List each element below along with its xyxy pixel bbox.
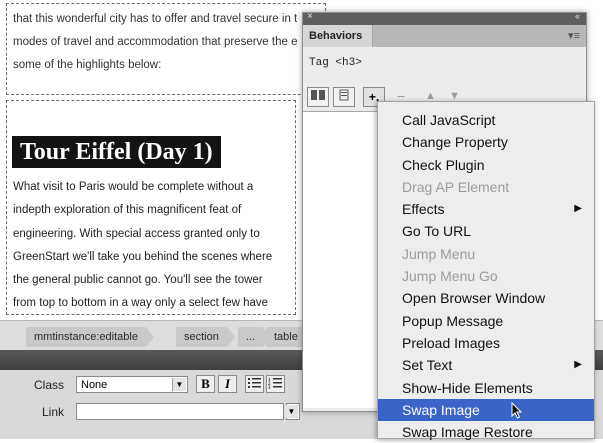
menu-item-label: Change Property	[402, 134, 508, 151]
menu-item-check-plugin[interactable]: Check Plugin	[378, 154, 594, 176]
menu-item-popup-message[interactable]: Popup Message	[378, 310, 594, 332]
tag-table[interactable]: table	[266, 327, 314, 347]
intro-line: some of the highlights below:	[13, 59, 162, 71]
body-line: the general public cannot go. You'll see…	[13, 274, 263, 287]
unordered-list-icon[interactable]	[245, 375, 264, 393]
class-select[interactable]: None ▼	[76, 376, 188, 393]
menu-item-drag-ap-element: Drag AP Element	[378, 176, 594, 198]
menu-item-label: Show-Hide Elements	[402, 379, 533, 396]
chevron-down-icon: ▼	[285, 405, 298, 418]
submenu-arrow-icon: ▶	[574, 359, 582, 371]
show-set-events-icon[interactable]	[307, 87, 329, 107]
close-icon[interactable]: ×	[307, 11, 313, 22]
menu-item-label: Effects	[402, 201, 445, 218]
menu-item-label: Swap Image	[402, 401, 480, 418]
show-all-events-icon[interactable]	[333, 87, 355, 107]
menu-item-call-javascript[interactable]: Call JavaScript	[378, 109, 594, 131]
tag-mmtinstance-editable[interactable]: mmtinstance:editable	[26, 327, 154, 347]
menu-item-swap-image-restore[interactable]: Swap Image Restore	[378, 421, 594, 443]
menu-item-label: Check Plugin	[402, 156, 485, 173]
class-select-value: None	[81, 379, 108, 391]
body-line: GreenStart we'll take you behind the sce…	[13, 250, 273, 263]
menu-item-jump-menu-go: Jump Menu Go	[378, 265, 594, 287]
menu-item-label: Go To URL	[402, 223, 471, 240]
body-line: What visit to Paris would be complete wi…	[13, 181, 254, 193]
menu-item-label: Drag AP Element	[402, 178, 510, 195]
current-tag-label: Tag <h3>	[309, 57, 362, 69]
link-dropdown[interactable]: ▼	[285, 403, 300, 420]
italic-button[interactable]: I	[218, 375, 237, 393]
menu-item-label: Jump Menu	[402, 245, 476, 262]
tab-behaviors[interactable]: Behaviors	[303, 25, 373, 47]
intro-paragraph[interactable]: that this wonderful city has to offer an…	[13, 8, 343, 77]
menu-item-set-text[interactable]: Set Text ▶	[378, 354, 594, 376]
ordered-list-icon[interactable]: 123	[266, 375, 285, 393]
tag-section[interactable]: section	[176, 327, 235, 347]
intro-line: modes of travel and accommodation that p…	[13, 36, 298, 48]
menu-item-label: Call JavaScript	[402, 112, 496, 128]
menu-item-label: Popup Message	[402, 312, 504, 329]
collapse-icon[interactable]: «	[575, 11, 580, 21]
panel-titlebar[interactable]: × «	[303, 11, 586, 25]
svg-text:3: 3	[268, 386, 271, 390]
intro-line: that this wonderful city has to offer an…	[13, 13, 298, 25]
panel-menu-icon[interactable]: ▾≡	[568, 29, 580, 42]
menu-item-label: Set Text	[402, 357, 453, 374]
menu-item-label: Open Browser Window	[402, 290, 546, 307]
menu-item-go-to-url[interactable]: Go To URL	[378, 220, 594, 242]
submenu-arrow-icon: ▶	[574, 203, 582, 215]
tag-ellipsis[interactable]: ...	[238, 327, 272, 347]
menu-item-open-browser-window[interactable]: Open Browser Window	[378, 287, 594, 309]
menu-item-effects[interactable]: Effects ▶	[378, 198, 594, 220]
link-input[interactable]	[76, 403, 284, 420]
chevron-down-icon: ▼	[172, 378, 186, 391]
panel-tabstrip: ▾≡	[373, 25, 586, 47]
body-line: indepth exploration of this magnificent …	[13, 204, 242, 217]
link-label: Link	[42, 405, 65, 419]
class-label: Class	[34, 378, 65, 392]
add-behavior-menu: Call JavaScript Change Property Check Plug…	[377, 101, 595, 440]
menu-item-label: Swap Image Restore	[402, 424, 533, 441]
menu-item-preload-images[interactable]: Preload Images	[378, 332, 594, 354]
menu-item-swap-image[interactable]: Swap Image	[378, 398, 594, 422]
menu-item-label: Jump Menu Go	[402, 268, 498, 285]
menu-item-jump-menu: Jump Menu	[378, 243, 594, 265]
selected-heading-h3[interactable]: Tour Eiffel (Day 1)	[12, 136, 221, 168]
menu-item-show-hide-elements[interactable]: Show-Hide Elements	[378, 377, 594, 399]
bold-button[interactable]: B	[196, 375, 215, 393]
menu-item-label: Preload Images	[402, 334, 501, 351]
menu-item-change-property[interactable]: Change Property	[378, 131, 594, 153]
body-line: from top to bottom in a way only a selec…	[13, 297, 269, 310]
body-paragraph[interactable]: What visit to Paris would be complete wi…	[13, 176, 303, 316]
body-line: engineering. With special access granted…	[13, 227, 260, 240]
